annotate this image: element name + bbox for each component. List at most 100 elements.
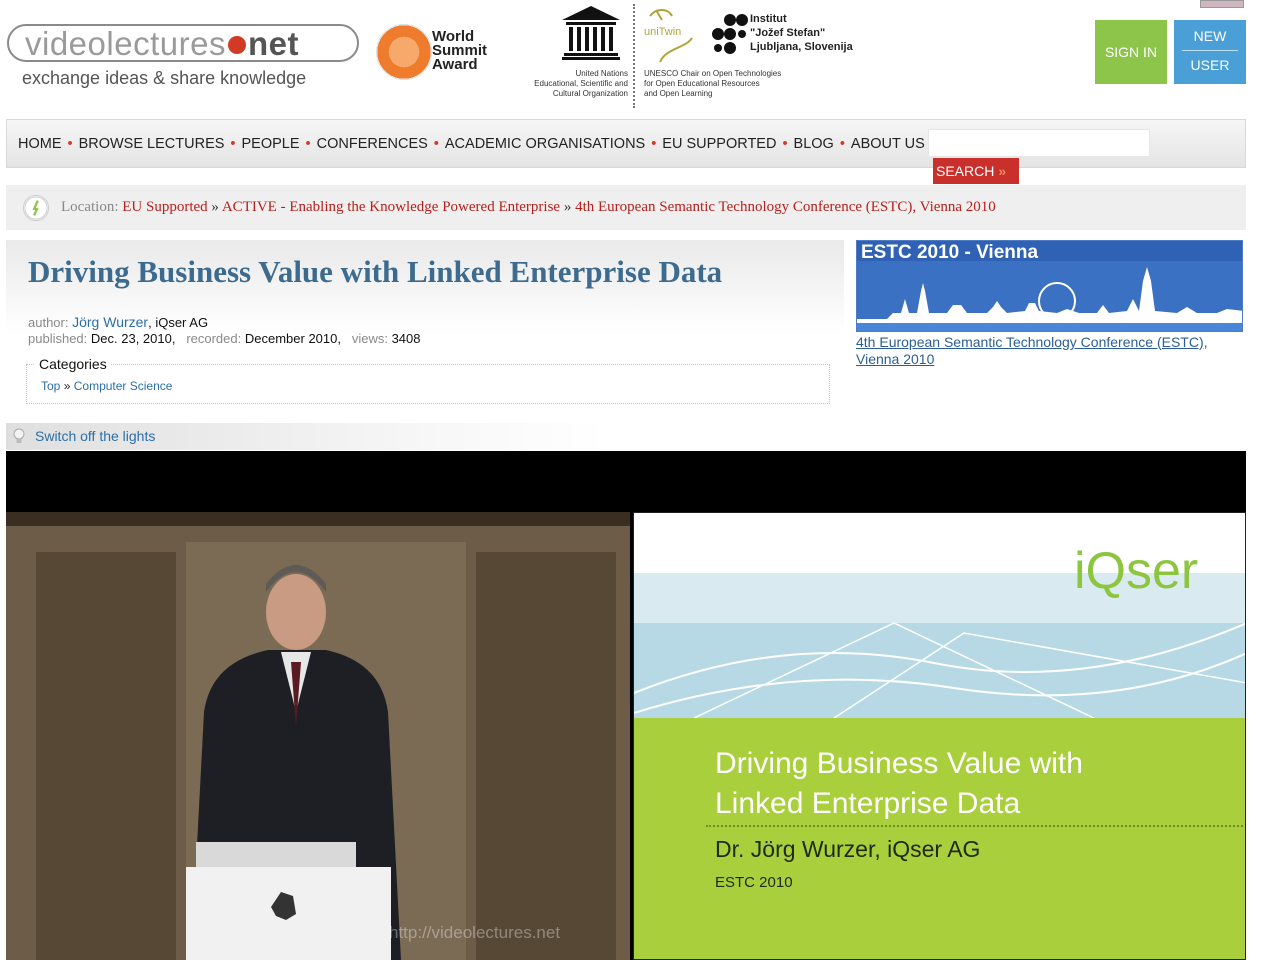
- lights-switch-bar: Switch off the lights: [6, 423, 606, 450]
- location-pin-icon: [23, 195, 49, 221]
- wsa-globe-icon: [376, 24, 432, 80]
- nav-separator: •: [651, 136, 657, 152]
- category-top-link[interactable]: Top: [41, 379, 60, 393]
- breadcrumb-trail: Location: EU Supported » ACTIVE - Enabli…: [61, 199, 996, 216]
- nav-item-browse-lectures[interactable]: BROWSE LECTURES: [79, 136, 225, 152]
- nav-item-people[interactable]: PEOPLE: [242, 136, 300, 152]
- breadcrumb: Location: EU Supported » ACTIVE - Enabli…: [6, 185, 1246, 230]
- unesco-temple-icon: [562, 6, 620, 60]
- author-affiliation: , iQser AG: [148, 315, 209, 330]
- video-player[interactable]: iQser Driving Business Value with Linked…: [6, 451, 1246, 960]
- new-user-button[interactable]: NEW USER: [1174, 20, 1246, 84]
- nav-separator: •: [67, 136, 73, 152]
- language-flag-icon[interactable]: [1200, 0, 1244, 8]
- unesco-caption-line3: Cultural Organization: [552, 89, 628, 98]
- slide-title: Driving Business Value with Linked Enter…: [715, 744, 1083, 824]
- event-banner[interactable]: ESTC 2010 - Vienna: [856, 240, 1243, 332]
- nav-separator: •: [305, 136, 311, 152]
- dates-line: published: Dec. 23, 2010, recorded: Dece…: [28, 331, 421, 347]
- slide-author: Dr. Jörg Wurzer, iQser AG: [715, 836, 981, 862]
- unitwin-caption-line3: and Open Learning: [644, 89, 713, 98]
- breadcrumb-separator: »: [563, 199, 572, 215]
- wsa-text: World Summit Award: [432, 29, 487, 73]
- lightbulb-icon: [13, 428, 25, 443]
- event-link[interactable]: 4th European Semantic Technology Confere…: [856, 334, 1246, 368]
- iqser-logo-icon: iQser: [1074, 542, 1198, 600]
- sign-in-button[interactable]: SIGN IN: [1095, 20, 1167, 84]
- logo-text-part2: net: [247, 25, 299, 62]
- lecture-video-frame[interactable]: [6, 512, 630, 960]
- site-header: videolectures net exchange ideas & share …: [0, 0, 1280, 115]
- nav-items: HOME • BROWSE LECTURES • PEOPLE • CONFERENCES •…: [18, 136, 925, 152]
- nav-item-conferences[interactable]: CONFERENCES: [317, 136, 428, 152]
- lecture-info-panel: Driving Business Value with Linked Enter…: [6, 240, 844, 410]
- breadcrumb-item-eu-supported[interactable]: EU Supported: [122, 199, 207, 215]
- views-count: 3408: [391, 331, 421, 346]
- nav-item-blog[interactable]: BLOG: [794, 136, 834, 152]
- search-input[interactable]: [928, 129, 1150, 157]
- unitwin-label: uniTwin: [644, 26, 682, 38]
- iqser-logo-text: iQser: [1074, 542, 1198, 600]
- new-user-divider: [1182, 50, 1238, 51]
- nav-separator: •: [839, 136, 845, 152]
- author-label: author:: [28, 315, 69, 330]
- header-divider: [633, 4, 635, 108]
- logo-wordmark: videolectures net: [25, 26, 299, 62]
- unitwin-caption-line1: UNESCO Chair on Open Technologies: [644, 69, 782, 78]
- categories-box: Categories Top » Computer Science: [26, 356, 830, 404]
- category-separator: »: [63, 379, 71, 393]
- recorded-label: recorded:: [186, 331, 242, 346]
- switch-off-lights-link[interactable]: Switch off the lights: [35, 428, 155, 444]
- slide-green-band: Driving Business Value with Linked Enter…: [634, 718, 1245, 959]
- page-title: Driving Business Value with Linked Enter…: [28, 254, 723, 289]
- author-link[interactable]: Jörg Wurzer: [72, 314, 148, 330]
- ijs-line2: "Jožef Stefan": [750, 27, 826, 39]
- unitwin-caption-line2: for Open Educational Resources: [644, 79, 760, 88]
- presentation-slide: iQser Driving Business Value with Linked…: [633, 512, 1246, 960]
- views-label: views:: [351, 331, 388, 346]
- unesco-caption: United Nations Educational, Scientific a…: [534, 69, 628, 99]
- ijs-name: Institut "Jožef Stefan" Ljubljana, Slove…: [750, 12, 853, 54]
- nav-separator: •: [433, 136, 439, 152]
- slide-title-line1: Driving Business Value with: [715, 747, 1083, 780]
- categories-label: Categories: [35, 356, 111, 372]
- nav-separator: •: [782, 136, 788, 152]
- nav-item-home[interactable]: HOME: [18, 136, 62, 152]
- new-user-label-2: USER: [1190, 57, 1230, 73]
- unesco-caption-line2: Educational, Scientific and: [534, 79, 628, 88]
- nav-item-about-us[interactable]: ABOUT US: [851, 136, 925, 152]
- vienna-skyline-icon: [857, 261, 1242, 331]
- unesco-caption-line1: United Nations: [575, 69, 628, 78]
- recorded-date: December 2010,: [244, 331, 341, 346]
- nav-item-eu-supported[interactable]: EU SUPPORTED: [662, 136, 776, 152]
- unesco-logo[interactable]: United Nations Educational, Scientific a…: [516, 2, 628, 102]
- unitwin-caption: UNESCO Chair on Open Technologies for Op…: [644, 69, 781, 99]
- site-tagline: exchange ideas & share knowledge: [22, 68, 307, 88]
- slide-title-line2: Linked Enterprise Data: [715, 787, 1021, 820]
- published-label: published:: [28, 331, 88, 346]
- ijs-dots-icon[interactable]: [708, 12, 750, 60]
- logo-dot-icon: [227, 36, 246, 54]
- chevron-right-icon: »: [998, 163, 1006, 179]
- lecture-meta: author: Jörg Wurzer, iQser AG published:…: [28, 314, 421, 347]
- author-line: author: Jörg Wurzer, iQser AG: [28, 314, 421, 331]
- nav-item-academic-organisations[interactable]: ACADEMIC ORGANISATIONS: [445, 136, 645, 152]
- breadcrumb-separator: »: [211, 199, 219, 215]
- category-path: Top » Computer Science: [41, 379, 172, 393]
- nav-separator: •: [230, 136, 236, 152]
- slide-divider: [706, 825, 1245, 827]
- breadcrumb-label: Location:: [61, 199, 119, 215]
- breadcrumb-item-event[interactable]: 4th European Semantic Technology Confere…: [575, 199, 996, 215]
- world-summit-award-logo[interactable]: World Summit Award: [372, 22, 517, 92]
- category-computer-science-link[interactable]: Computer Science: [74, 379, 173, 393]
- search-button[interactable]: SEARCH»: [933, 158, 1019, 184]
- slide-event: ESTC 2010: [715, 874, 793, 891]
- published-date: Dec. 23, 2010,: [90, 331, 176, 346]
- site-logo[interactable]: videolectures net: [7, 24, 359, 62]
- unitwin-logo[interactable]: uniTwin: [642, 4, 708, 64]
- ijs-line3: Ljubljana, Slovenija: [750, 41, 853, 53]
- logo-text-part1: videolectures: [25, 25, 226, 62]
- wsa-line3: Award: [432, 56, 478, 73]
- ijs-line1: Institut: [750, 13, 787, 25]
- breadcrumb-item-project[interactable]: ACTIVE - Enabling the Knowledge Powered …: [222, 199, 560, 215]
